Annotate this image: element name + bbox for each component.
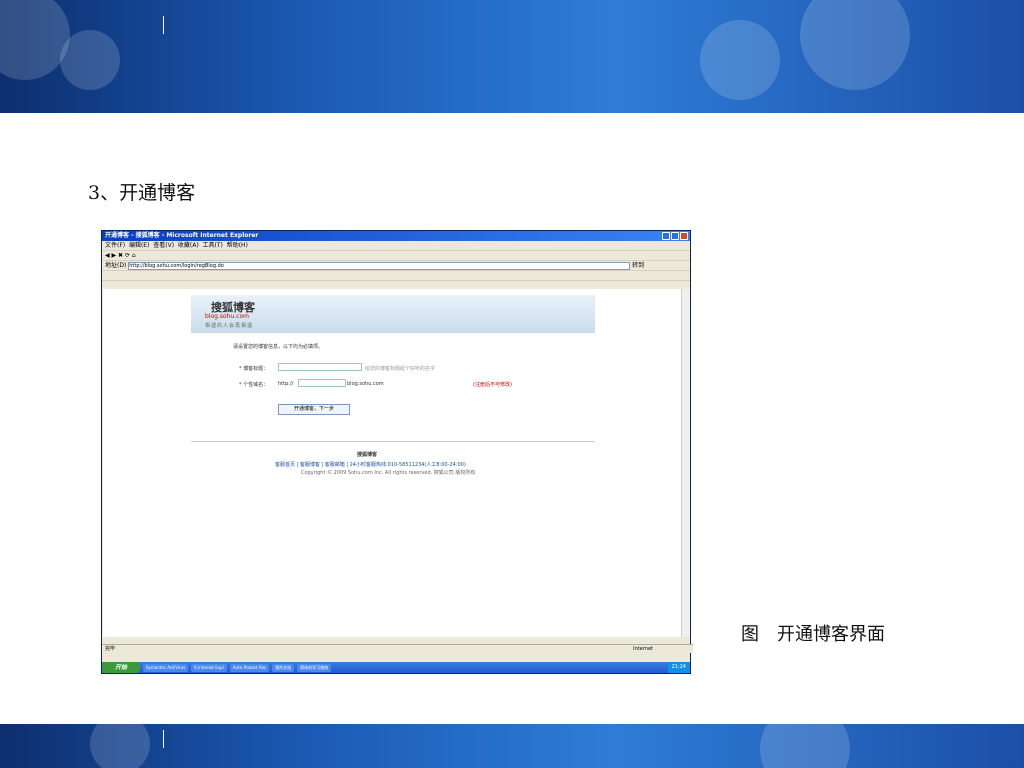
toolbar: ◀ ▶ ✖ ⟳ ⌂ — [102, 251, 690, 261]
task-item[interactable]: 简体的学习指南 — [297, 663, 332, 672]
start-button[interactable]: 开始 — [102, 662, 140, 673]
task-item[interactable]: 6 Internet Expl — [191, 663, 227, 672]
menu-tools[interactable]: 工具(T) — [203, 242, 223, 249]
ie-window: 开通博客 - 搜狐博客 - Microsoft Internet Explore… — [101, 230, 693, 674]
domain-label: * 个性域名： — [239, 382, 269, 388]
page-content: 搜狐博客 blog.sohu.com 相遇的人会再相遇 请设置您的博客信息，以下… — [103, 289, 683, 637]
address-bar: 地址(D) http://blog.sohu.com/login/regBlog… — [102, 261, 690, 271]
intro-text: 请设置您的博客信息，以下均为必填项。 — [233, 344, 324, 350]
menu-bar: 文件(F) 编辑(E) 查看(V) 收藏(A) 工具(T) 帮助(H) — [102, 241, 690, 251]
domain-input[interactable] — [298, 379, 346, 387]
task-item[interactable]: Auto-Protect Res — [229, 663, 270, 672]
close-button[interactable] — [680, 232, 688, 240]
blog-title-input[interactable] — [278, 363, 362, 371]
status-bar: 完毕 Internet — [102, 644, 693, 653]
copyright: Copyright © 2009 Sohu.com Inc. All right… — [301, 470, 476, 476]
footer-links[interactable]: 客服首页 | 客服博客 | 客服邮箱 | 24小时客服热线:010-585112… — [275, 461, 466, 468]
menu-edit[interactable]: 编辑(E) — [129, 242, 149, 249]
title-label: * 博客标题： — [239, 366, 269, 372]
divider — [191, 441, 595, 442]
menu-view[interactable]: 查看(V) — [153, 242, 174, 249]
clock: 21:24 — [667, 662, 690, 673]
slide-title: 3、开通博客 — [88, 182, 196, 204]
menu-file[interactable]: 文件(F) — [105, 242, 125, 249]
maximize-button[interactable] — [671, 232, 679, 240]
sohu-banner: 搜狐博客 blog.sohu.com 相遇的人会再相遇 — [191, 295, 595, 333]
task-item[interactable]: 我的文档 — [272, 663, 295, 672]
minimize-button[interactable] — [662, 232, 670, 240]
address-input[interactable]: http://blog.sohu.com/login/regBlog.do — [128, 261, 631, 270]
vertical-scrollbar[interactable] — [681, 289, 690, 637]
bottom-banner — [0, 724, 1024, 768]
task-item[interactable]: Symantec AntiVirus — [143, 663, 189, 672]
figure-caption: 图 开通博客界面 — [741, 624, 885, 645]
title-hint: 给您的博客标题起个好听的名字 — [365, 366, 436, 372]
window-title: 开通博客 - 搜狐博客 - Microsoft Internet Explore… — [102, 231, 690, 241]
submit-button[interactable]: 开通博客，下一步 — [278, 404, 350, 415]
go-button[interactable]: 转到 — [632, 262, 644, 269]
links-bar — [102, 271, 690, 281]
taskbar: 开始 Symantec AntiVirus 6 Internet Expl Au… — [102, 662, 690, 673]
domain-warning: (注册后不可修改) — [473, 382, 512, 388]
menu-favorites[interactable]: 收藏(A) — [178, 242, 199, 249]
menu-help[interactable]: 帮助(H) — [227, 242, 248, 249]
footer-logo: 搜狐博客 — [357, 452, 378, 458]
top-banner — [0, 0, 1024, 113]
